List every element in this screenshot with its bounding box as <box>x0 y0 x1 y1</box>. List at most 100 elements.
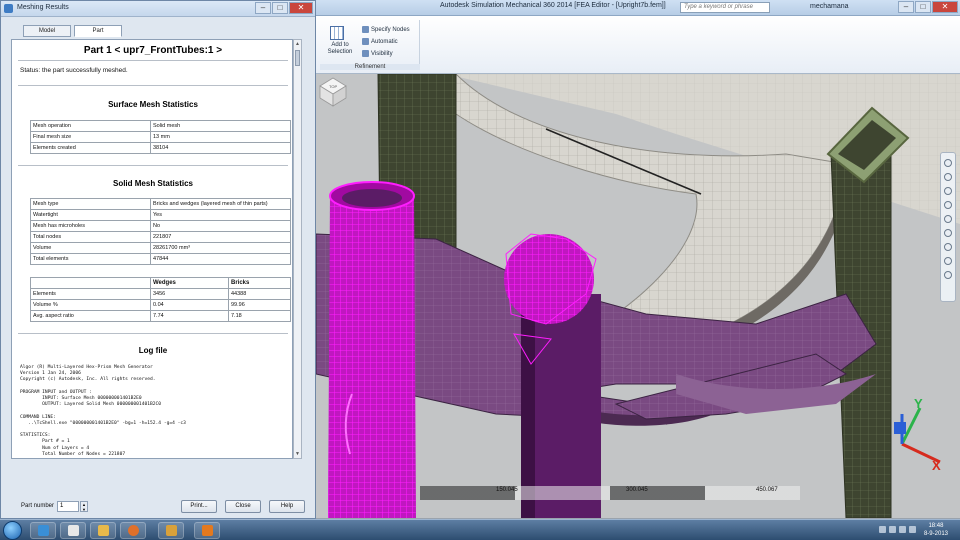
taskbar-inventor-icon[interactable] <box>194 522 220 539</box>
start-button[interactable] <box>3 521 22 540</box>
add-to-selection-icon[interactable] <box>330 26 344 40</box>
walk-icon[interactable] <box>944 229 952 237</box>
clock-time: 18:48 <box>928 523 944 529</box>
table-cell: Volume % <box>30 299 151 311</box>
dialog-minimize-icon[interactable]: – <box>255 2 271 14</box>
look-icon[interactable] <box>944 215 952 223</box>
taskbar-folder-icon[interactable] <box>90 522 116 539</box>
table-cell: Bricks and wedges (layered mesh of thin … <box>150 198 291 210</box>
visibility-button[interactable]: Visibility <box>362 50 393 57</box>
dialog-close-icon[interactable]: ✕ <box>289 2 313 14</box>
part-number-spinner[interactable]: ▲ ▼ <box>80 501 88 512</box>
part-number-label: Part number <box>21 503 55 509</box>
table-cell: Elements <box>30 288 151 300</box>
solid-mesh-title: Solid Mesh Statistics <box>112 179 194 188</box>
scroll-thumb[interactable] <box>295 50 300 66</box>
help-button[interactable]: Help <box>269 500 305 513</box>
specify-nodes-button[interactable]: Specify Nodes <box>362 26 410 33</box>
element-stats-table: Wedges Bricks Elements 3456 44388 Volume % 0… <box>30 277 291 322</box>
print-button[interactable]: Print... <box>181 500 217 513</box>
settings-icon[interactable] <box>944 257 952 265</box>
dialog-maximize-icon[interactable]: □ <box>272 2 288 14</box>
table-row: Mesh has microholes No <box>30 220 291 232</box>
table-header-row: Wedges Bricks <box>30 277 291 289</box>
scroll-down-icon[interactable]: ▼ <box>295 451 300 457</box>
tab-part[interactable]: Part <box>74 25 122 37</box>
steering-wheel-icon[interactable] <box>944 159 952 167</box>
table-row: Volume % 0.04 99.96 <box>30 299 291 311</box>
axis-y-label: Y <box>914 396 923 411</box>
table-row: Avg. aspect ratio 7.74 7.18 <box>30 310 291 322</box>
ruler-label: 450.067 <box>756 487 778 493</box>
viewcube-icon[interactable]: TOP <box>316 74 350 108</box>
pan-icon[interactable] <box>944 173 952 181</box>
table-cell: Elements created <box>30 142 151 154</box>
dialog-titlebar[interactable]: Meshing Results – □ ✕ <box>1 1 315 17</box>
log-file-text: Algor (R) Multi-Layered Hex-Prism Mesh G… <box>20 365 186 457</box>
divider <box>18 60 288 61</box>
fit-icon[interactable] <box>944 243 952 251</box>
table-cell: 7.74 <box>150 310 229 322</box>
table-cell: Solid mesh <box>150 120 291 132</box>
dialog-footer: Part number 1 ▲ ▼ Print... Close Help <box>11 499 307 515</box>
table-row: Final mesh size 13 mm <box>30 131 291 143</box>
table-cell: Volume <box>30 242 151 254</box>
table-cell: Yes <box>150 209 291 221</box>
table-header-cell <box>30 277 151 289</box>
status-text: Status: the part successfully meshed. <box>20 67 128 74</box>
taskbar: 18:48 8-9-2013 <box>0 519 960 540</box>
taskbar-app-icon[interactable] <box>158 522 184 539</box>
navigation-bar[interactable] <box>940 152 956 302</box>
zoom-icon[interactable] <box>944 187 952 195</box>
tray-power-icon[interactable] <box>909 526 916 533</box>
table-header-cell: Wedges <box>150 277 229 289</box>
viewcube-label: TOP <box>329 84 337 89</box>
customize-icon[interactable] <box>944 271 952 279</box>
visibility-icon <box>362 50 369 57</box>
content-scrollbar[interactable]: ▲ ▼ <box>293 39 302 459</box>
tray-network-icon[interactable] <box>889 526 896 533</box>
table-cell: 7.18 <box>228 310 291 322</box>
surface-mesh-title: Surface Mesh Statistics <box>108 100 198 109</box>
tray-flag-icon[interactable] <box>879 526 886 533</box>
clock[interactable]: 18:48 8-9-2013 <box>924 522 948 538</box>
table-row: Watertight Yes <box>30 209 291 221</box>
table-row: Total nodes 221807 <box>30 231 291 243</box>
search-input[interactable]: Type a keyword or phrase <box>680 2 770 13</box>
table-cell: Final mesh size <box>30 131 151 143</box>
taskbar-explorer-icon[interactable] <box>30 522 56 539</box>
automatic-button[interactable]: Automatic <box>362 38 398 45</box>
table-cell: Mesh has microholes <box>30 220 151 232</box>
results-content: Part 1 < upr7_FrontTubes:1 > Status: the… <box>11 39 293 459</box>
table-cell: 3456 <box>150 288 229 300</box>
part-number-input[interactable]: 1 <box>57 501 79 512</box>
table-cell: 38104 <box>150 142 291 154</box>
automatic-label: Automatic <box>371 38 398 45</box>
table-row: Volume 28261700 mm³ <box>30 242 291 254</box>
solid-mesh-table: Mesh type Bricks and wedges (layered mesh… <box>30 198 291 265</box>
visibility-label: Visibility <box>371 50 393 57</box>
tray-volume-icon[interactable] <box>899 526 906 533</box>
scale-ruler <box>420 486 800 500</box>
surface-mesh-table: Mesh operation Solid mesh Final mesh size… <box>30 120 291 154</box>
model-viewport[interactable]: TOP 150.045 300.045 450.067 Y X <box>316 74 960 518</box>
orbit-icon[interactable] <box>944 201 952 209</box>
app-title: Autodesk Simulation Mechanical 360 2014 … <box>440 2 666 9</box>
table-cell: No <box>150 220 291 232</box>
table-row: Mesh operation Solid mesh <box>30 120 291 132</box>
app-titlebar: Autodesk Simulation Mechanical 360 2014 … <box>310 0 960 16</box>
tab-model[interactable]: Model <box>23 25 71 37</box>
divider <box>18 165 288 166</box>
taskbar-media-icon[interactable] <box>60 522 86 539</box>
system-tray <box>879 526 916 533</box>
taskbar-firefox-icon[interactable] <box>120 522 146 539</box>
automatic-icon <box>362 38 369 45</box>
maximize-icon[interactable]: □ <box>915 1 931 13</box>
user-name[interactable]: mechamana <box>810 3 849 10</box>
divider <box>18 85 288 86</box>
close-icon[interactable]: ✕ <box>932 1 958 13</box>
close-button[interactable]: Close <box>225 500 261 513</box>
minimize-icon[interactable]: – <box>898 1 914 13</box>
add-to-selection-button[interactable]: Add to Selection <box>324 42 356 56</box>
scroll-up-icon[interactable]: ▲ <box>295 41 300 47</box>
